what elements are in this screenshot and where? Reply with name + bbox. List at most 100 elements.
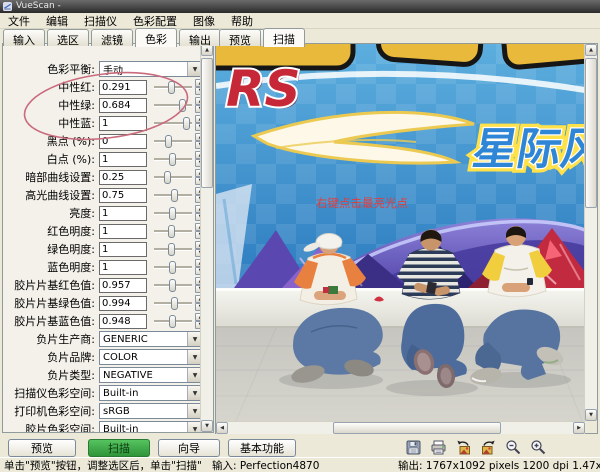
tab-输入[interactable]: 输入: [3, 29, 45, 46]
scroll-left-icon[interactable]: ◀: [216, 422, 228, 434]
chevron-down-icon[interactable]: ▼: [187, 368, 201, 382]
tab-选区[interactable]: 选区: [47, 29, 89, 46]
slider-thumb[interactable]: [171, 189, 178, 202]
field-select[interactable]: Built-in▼: [99, 385, 201, 401]
tab-扫描[interactable]: 扫描: [263, 28, 305, 47]
app-logo-icon: [3, 2, 12, 11]
slider-thumb[interactable]: [168, 81, 175, 94]
slider-thumb[interactable]: [169, 261, 176, 274]
scanned-image[interactable]: RS RS 星际风 星际风: [216, 44, 585, 421]
field-value-input[interactable]: [99, 314, 147, 329]
field-select[interactable]: COLOR▼: [99, 349, 201, 365]
chevron-down-icon[interactable]: ▼: [187, 332, 201, 346]
status-output-label: 输出:: [398, 460, 423, 472]
field-slider[interactable]: [154, 243, 192, 256]
chevron-down-icon[interactable]: ▼: [187, 386, 201, 400]
field-select[interactable]: sRGB▼: [99, 403, 201, 419]
field-select-value: GENERIC: [100, 334, 187, 345]
field-row: 中性绿:▲▼: [3, 96, 201, 114]
slider-thumb[interactable]: [171, 297, 178, 310]
field-value-input[interactable]: [99, 170, 147, 185]
field-value-input[interactable]: [99, 152, 147, 167]
scrollbar-thumb[interactable]: [333, 422, 501, 434]
field-value-input[interactable]: [99, 278, 147, 293]
tab-色彩[interactable]: 色彩: [135, 28, 177, 47]
rotate-left-icon[interactable]: [454, 439, 472, 457]
field-select[interactable]: 手动▼: [99, 61, 201, 77]
chevron-down-icon[interactable]: ▼: [187, 350, 201, 364]
slider-thumb[interactable]: [169, 279, 176, 292]
slider-thumb[interactable]: [169, 153, 176, 166]
tab-预览[interactable]: 预览: [219, 29, 261, 46]
color-fields-list: 色彩平衡:手动▼中性红:▲▼中性绿:▲▼中性蓝:▲▼黑点 (%):▲▼白点 (%…: [3, 44, 201, 432]
field-value-input[interactable]: [99, 260, 147, 275]
tab-输出[interactable]: 输出: [179, 29, 221, 46]
slider-thumb[interactable]: [168, 243, 175, 256]
scroll-down-icon[interactable]: ▼: [585, 409, 597, 421]
slider-thumb[interactable]: [179, 99, 186, 112]
field-value-input[interactable]: [99, 296, 147, 311]
field-value-input[interactable]: [99, 116, 147, 131]
field-slider[interactable]: [154, 117, 192, 130]
slider-thumb[interactable]: [183, 117, 190, 130]
print-icon[interactable]: [429, 439, 447, 457]
field-slider[interactable]: [154, 261, 192, 274]
field-value-input[interactable]: [99, 242, 147, 257]
扫描-button[interactable]: 扫描: [88, 439, 150, 457]
field-value-input[interactable]: [99, 206, 147, 221]
scroll-down-icon[interactable]: ▼: [201, 420, 213, 432]
field-row: 打印机色彩空间:sRGB▼: [3, 402, 201, 420]
field-value-input[interactable]: [99, 80, 147, 95]
field-slider[interactable]: [154, 99, 192, 112]
基本功能-button[interactable]: 基本功能: [228, 439, 296, 457]
chevron-down-icon[interactable]: ▼: [187, 62, 201, 76]
slider-thumb[interactable]: [165, 135, 172, 148]
scroll-right-icon[interactable]: ▶: [573, 422, 585, 434]
field-row: 蓝色明度:▲▼: [3, 258, 201, 276]
rotate-right-icon[interactable]: [479, 439, 497, 457]
field-select[interactable]: GENERIC▼: [99, 331, 201, 347]
field-label: 白点 (%):: [3, 151, 95, 167]
field-slider[interactable]: [154, 135, 192, 148]
field-slider[interactable]: [154, 279, 192, 292]
field-slider[interactable]: [154, 171, 192, 184]
field-slider[interactable]: [154, 207, 192, 220]
slider-thumb[interactable]: [169, 207, 176, 220]
chevron-down-icon[interactable]: ▼: [187, 422, 201, 432]
field-slider[interactable]: [154, 225, 192, 238]
slider-thumb[interactable]: [164, 171, 171, 184]
向导-button[interactable]: 向导: [158, 439, 220, 457]
field-select-value: sRGB: [100, 406, 187, 417]
scrollbar-thumb[interactable]: [585, 58, 597, 208]
chevron-down-icon[interactable]: ▼: [187, 404, 201, 418]
field-label: 胶片片基蓝色值:: [3, 313, 95, 329]
field-label: 绿色明度:: [3, 241, 95, 257]
field-slider[interactable]: [154, 315, 192, 328]
field-slider[interactable]: [154, 81, 192, 94]
preview-vertical-scrollbar[interactable]: ▲ ▼: [584, 44, 597, 421]
slider-thumb[interactable]: [169, 315, 176, 328]
field-row: 中性红:▲▼: [3, 78, 201, 96]
field-value-input[interactable]: [99, 134, 147, 149]
tab-滤镜[interactable]: 滤镜: [91, 29, 133, 46]
field-label: 负片品牌:: [3, 349, 95, 365]
field-slider[interactable]: [154, 297, 192, 310]
field-select[interactable]: NEGATIVE▼: [99, 367, 201, 383]
scrollbar-thumb[interactable]: [201, 58, 213, 188]
field-select[interactable]: Built-in▼: [99, 421, 201, 432]
field-label: 负片生产商:: [3, 331, 95, 347]
scroll-up-icon[interactable]: ▲: [585, 44, 597, 56]
预览-button[interactable]: 预览: [8, 439, 76, 457]
slider-thumb[interactable]: [168, 225, 175, 238]
zoom-in-icon[interactable]: [529, 439, 547, 457]
field-slider[interactable]: [154, 189, 192, 202]
preview-horizontal-scrollbar[interactable]: ◀ ▶: [216, 421, 585, 434]
field-row: 胶片色彩空间:Built-in▼: [3, 420, 201, 432]
field-value-input[interactable]: [99, 224, 147, 239]
field-value-input[interactable]: [99, 188, 147, 203]
field-value-input[interactable]: [99, 98, 147, 113]
field-slider[interactable]: [154, 153, 192, 166]
zoom-out-icon[interactable]: [504, 439, 522, 457]
save-icon[interactable]: [404, 439, 422, 457]
settings-scrollbar[interactable]: ▲ ▼: [200, 44, 213, 432]
